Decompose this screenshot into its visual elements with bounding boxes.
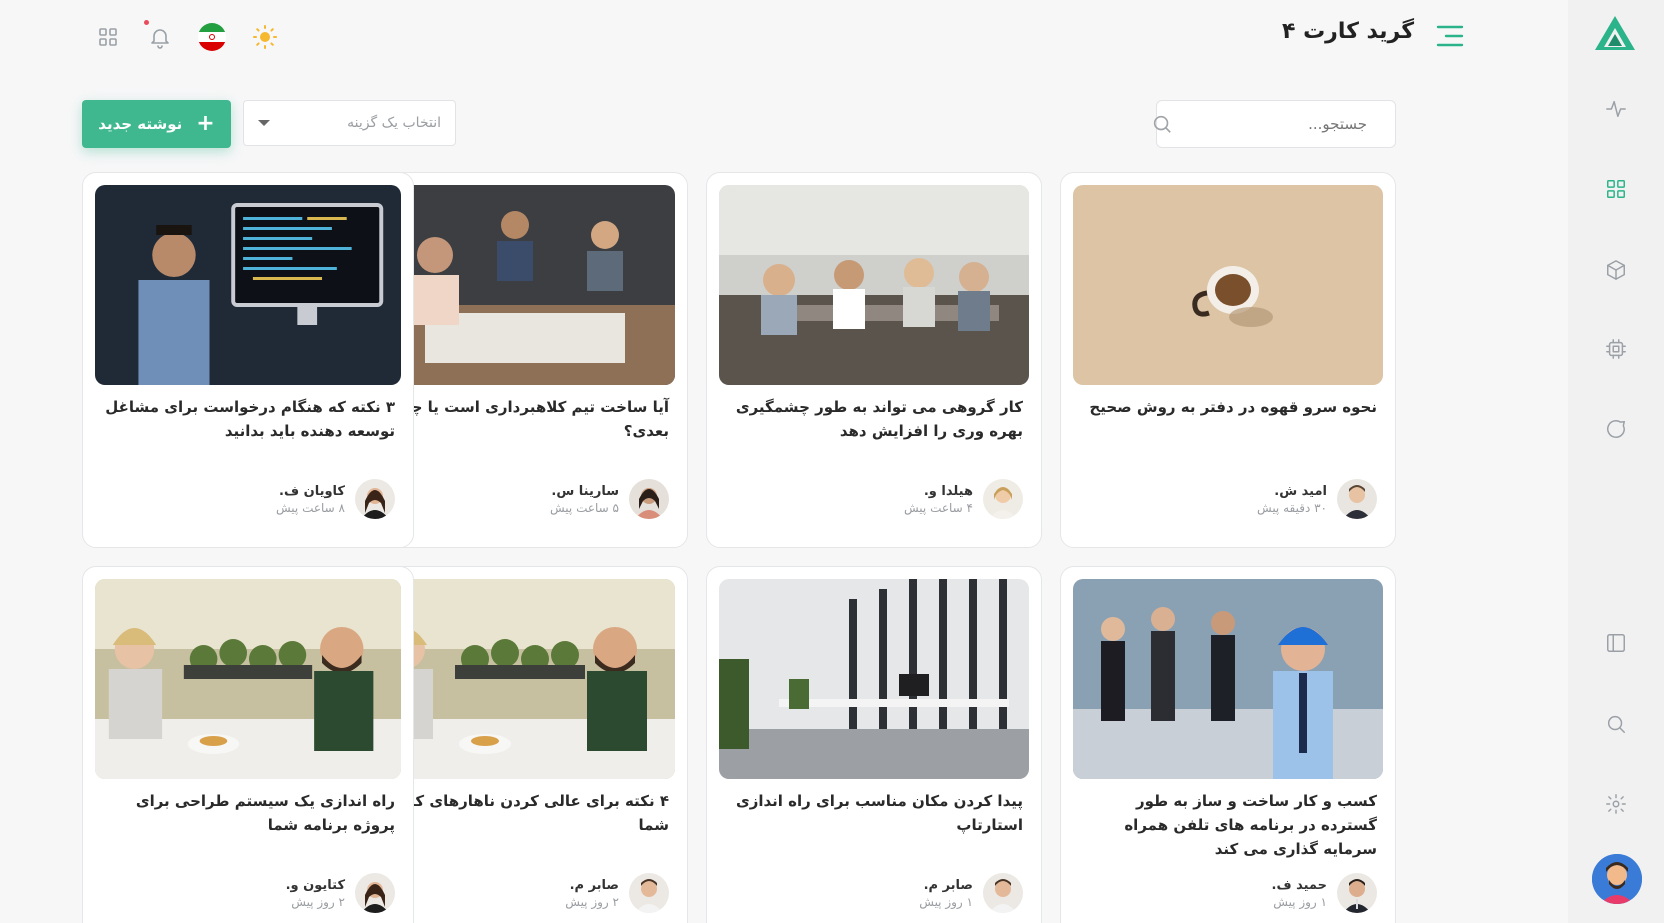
author-avatar[interactable] <box>983 479 1023 519</box>
menu-toggle-icon[interactable] <box>1436 24 1464 48</box>
category-select[interactable]: انتخاب یک گزینه <box>243 100 456 146</box>
author-avatar[interactable] <box>1337 873 1377 913</box>
post-title[interactable]: کسب و کار ساخت و ساز به طور گسترده در بر… <box>1075 789 1377 861</box>
post-time: ۲ روز پیش <box>565 894 619 909</box>
post-title[interactable]: ۳ نکته که هنگام درخواست برای مشاغل توسعه… <box>97 395 395 443</box>
author-name[interactable]: صابر م. <box>919 878 973 893</box>
post-title[interactable]: نحوه سرو قهوه در دفتر به روش صحیح <box>1075 395 1377 419</box>
chat-icon[interactable] <box>1604 417 1628 441</box>
author-avatar[interactable] <box>355 873 395 913</box>
bell-icon[interactable] <box>145 22 175 52</box>
post-title[interactable]: کار گروهی می تواند به طور چشمگیری بهره و… <box>721 395 1023 443</box>
post-time: ۱ روز پیش <box>919 894 973 909</box>
post-image <box>95 579 401 779</box>
search-input[interactable] <box>1173 115 1383 133</box>
post-image <box>1073 579 1383 779</box>
grid-icon[interactable] <box>1604 177 1628 201</box>
post-time: ۵ ساعت پیش <box>550 500 619 515</box>
search-icon[interactable] <box>1604 712 1628 736</box>
post-card[interactable]: کسب و کار ساخت و ساز به طور گسترده در بر… <box>1060 566 1396 923</box>
post-author: سارینا س. ۵ ساعت پیش <box>550 479 669 519</box>
author-name[interactable]: صابر م. <box>565 878 619 893</box>
apps-grid-icon[interactable] <box>93 22 123 52</box>
chip-icon[interactable] <box>1604 337 1628 361</box>
settings-icon[interactable] <box>1604 792 1628 816</box>
post-time: ۴ ساعت پیش <box>904 500 973 515</box>
post-time: ۲ روز پیش <box>291 894 345 909</box>
page-title: گرید کارت ۴ <box>1281 19 1414 44</box>
post-image <box>95 185 401 385</box>
post-card[interactable]: راه اندازی یک سیستم طراحی برای پروژه برن… <box>82 566 414 923</box>
post-image <box>719 185 1029 385</box>
search-icon[interactable] <box>1151 113 1173 135</box>
search-box <box>1153 100 1396 148</box>
notification-dot <box>144 20 149 25</box>
post-time: ۸ ساعت پیش <box>276 500 345 515</box>
sidebar <box>1568 0 1664 923</box>
post-card[interactable]: نحوه سرو قهوه در دفتر به روش صحیح امید ش… <box>1060 172 1396 548</box>
plus-icon: + <box>196 111 215 136</box>
post-time: ۳۰ دقیقه پیش <box>1257 500 1327 515</box>
new-post-button[interactable]: + نوشته جدید <box>82 100 231 148</box>
post-author: کتایون و. ۲ روز پیش <box>286 873 395 913</box>
chevron-down-icon <box>258 120 270 126</box>
author-avatar[interactable] <box>355 479 395 519</box>
post-author: امید ش. ۳۰ دقیقه پیش <box>1257 479 1377 519</box>
post-title[interactable]: راه اندازی یک سیستم طراحی برای پروژه برن… <box>97 789 395 837</box>
post-card[interactable]: ۳ نکته که هنگام درخواست برای مشاغل توسعه… <box>82 172 414 548</box>
activity-icon[interactable] <box>1604 97 1628 121</box>
author-name[interactable]: سارینا س. <box>550 484 619 499</box>
new-post-label: نوشته جدید <box>98 115 183 133</box>
author-name[interactable]: هیلدا و. <box>904 484 973 499</box>
language-flag-icon[interactable] <box>197 22 227 52</box>
author-avatar[interactable] <box>983 873 1023 913</box>
author-name[interactable]: حمید ف. <box>1272 878 1327 893</box>
post-author: کاویان ف. ۸ ساعت پیش <box>276 479 395 519</box>
post-author: حمید ف. ۱ روز پیش <box>1272 873 1377 913</box>
app-logo[interactable] <box>1593 14 1637 52</box>
post-author: هیلدا و. ۴ ساعت پیش <box>904 479 1023 519</box>
box-icon[interactable] <box>1604 258 1628 282</box>
author-avatar[interactable] <box>1337 479 1377 519</box>
layout-icon[interactable] <box>1604 631 1628 655</box>
author-name[interactable]: کاویان ف. <box>276 484 345 499</box>
author-name[interactable]: امید ش. <box>1257 484 1327 499</box>
author-avatar[interactable] <box>629 873 669 913</box>
post-image <box>719 579 1029 779</box>
author-name[interactable]: کتایون و. <box>286 878 345 893</box>
select-placeholder: انتخاب یک گزینه <box>347 115 441 131</box>
post-image <box>1073 185 1383 385</box>
post-author: صابر م. ۲ روز پیش <box>565 873 669 913</box>
post-card[interactable]: پیدا کردن مکان مناسب برای راه اندازی است… <box>706 566 1042 923</box>
post-card[interactable]: کار گروهی می تواند به طور چشمگیری بهره و… <box>706 172 1042 548</box>
post-time: ۱ روز پیش <box>1273 894 1327 909</box>
theme-sun-icon[interactable] <box>250 22 280 52</box>
author-avatar[interactable] <box>629 479 669 519</box>
user-avatar[interactable] <box>1592 854 1642 904</box>
post-author: صابر م. ۱ روز پیش <box>919 873 1023 913</box>
post-title[interactable]: پیدا کردن مکان مناسب برای راه اندازی است… <box>721 789 1023 837</box>
